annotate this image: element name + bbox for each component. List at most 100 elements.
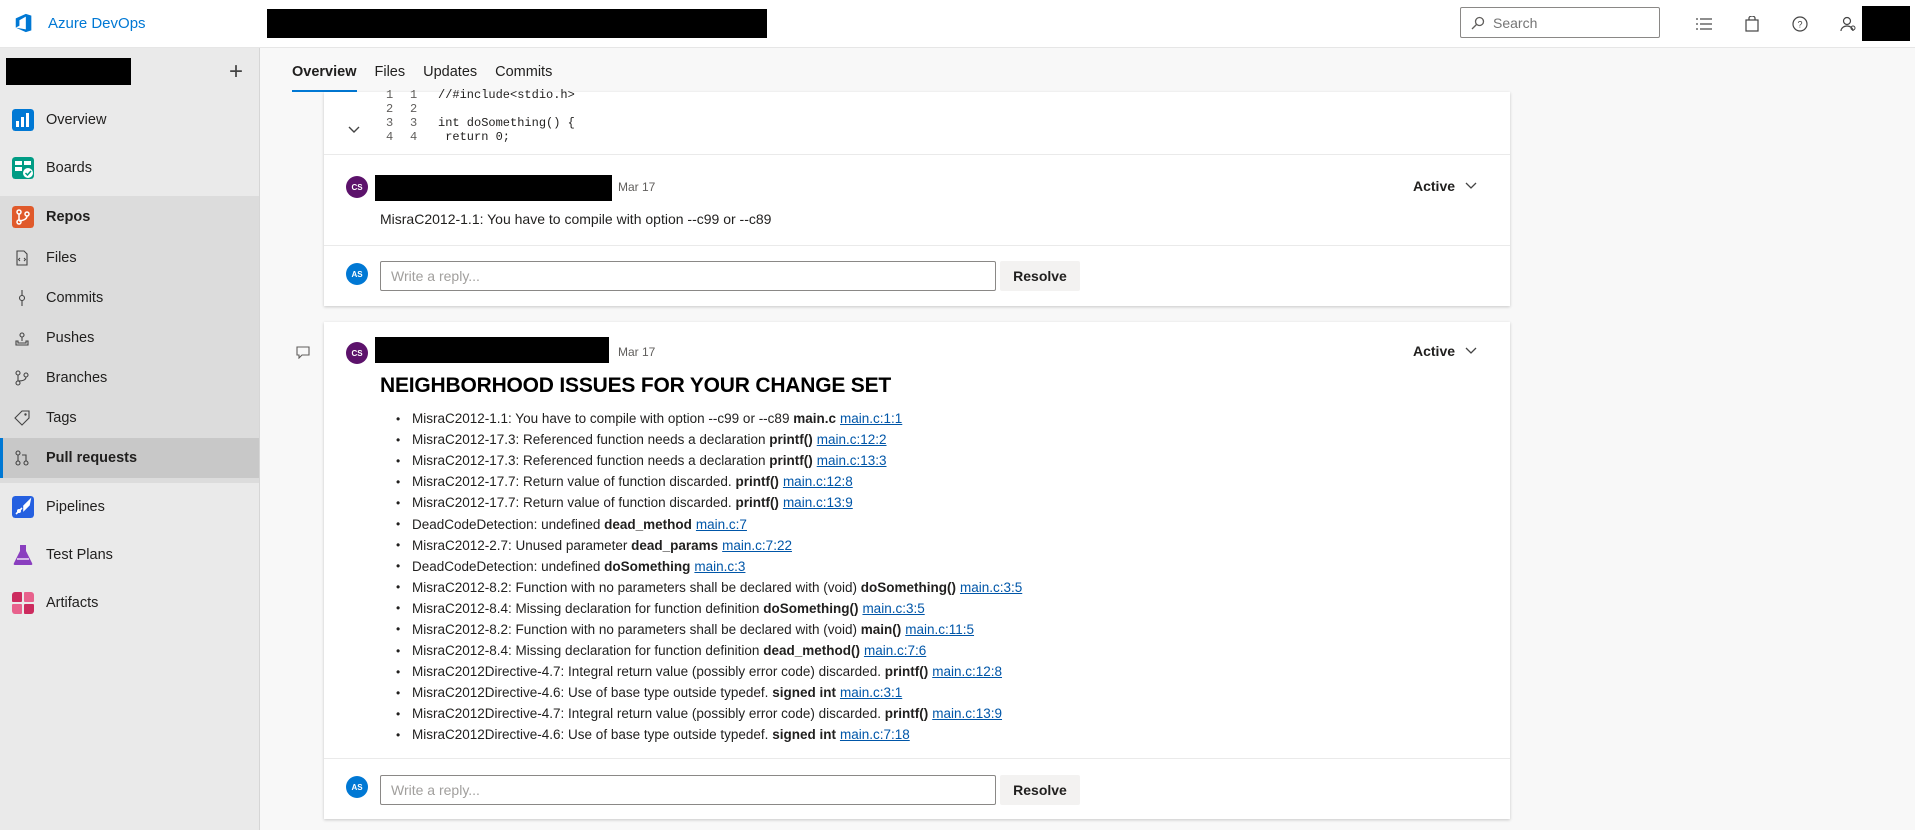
issue-link[interactable]: main.c:3:5 <box>960 580 1022 595</box>
code-line: 44 return 0; <box>386 130 511 144</box>
sidebar-item-label: Pull requests <box>46 450 138 466</box>
issue-link[interactable]: main.c:13:3 <box>817 453 887 468</box>
branch-icon <box>15 370 29 386</box>
sidebar-item-branches[interactable]: Branches <box>0 358 259 398</box>
selection-indicator <box>0 438 3 478</box>
comment-thread-card: CS Mar 17 Active NEIGHBORHOOD ISSUES FOR… <box>324 322 1510 819</box>
thread-status-dropdown[interactable]: Active <box>1413 343 1477 359</box>
list-item: • MisraC2012-8.2: Function with no parame… <box>396 579 1023 595</box>
list-settings-icon[interactable] <box>1680 10 1728 38</box>
top-icons: ? <box>1680 10 1872 38</box>
divider <box>324 154 1510 155</box>
issue-link[interactable]: main.c:7:22 <box>722 538 792 553</box>
tab-overview[interactable]: Overview <box>292 64 357 92</box>
chevron-down-icon <box>1465 347 1477 354</box>
list-item: • MisraC2012-2.7: Unused parameter dead_p… <box>396 537 792 553</box>
list-item: • MisraC2012-8.4: Missing declaration for… <box>396 643 927 659</box>
sidebar-item-repos[interactable]: Repos <box>0 196 259 238</box>
redacted-project-name[interactable] <box>6 58 131 85</box>
issue-link[interactable]: main.c:13:9 <box>783 495 853 510</box>
sidebar: + Overview Boards Repos Files Commits Pu… <box>0 48 260 830</box>
brand[interactable]: Azure DevOps <box>12 12 146 34</box>
project-header: + <box>0 48 259 96</box>
issue-link[interactable]: main.c:12:2 <box>817 432 887 447</box>
pipelines-icon <box>12 496 34 518</box>
search-box[interactable] <box>1460 7 1660 38</box>
sidebar-item-pushes[interactable]: Pushes <box>0 318 259 358</box>
sidebar-item-artifacts[interactable]: Artifacts <box>0 579 259 627</box>
sidebar-item-commits[interactable]: Commits <box>0 278 259 318</box>
reply-input[interactable] <box>380 261 996 291</box>
sidebar-item-label: Pushes <box>46 330 95 346</box>
list-item: • MisraC2012Directive-4.6: Use of base ty… <box>396 685 903 701</box>
sidebar-item-files[interactable]: Files <box>0 238 259 278</box>
sidebar-item-label: Pipelines <box>46 499 105 515</box>
status-label: Active <box>1413 178 1456 194</box>
avatar[interactable]: CS <box>346 342 368 364</box>
redacted-avatar[interactable] <box>1862 6 1910 41</box>
help-icon[interactable]: ? <box>1776 10 1824 38</box>
artifacts-icon <box>12 592 34 614</box>
divider <box>324 758 1510 759</box>
collapse-chevron-icon[interactable] <box>348 126 360 134</box>
code-line: 1 1//#include<stdio.h> <box>386 88 575 102</box>
list-item: • MisraC2012-17.3: Referenced function ne… <box>396 453 887 469</box>
comment-icon[interactable] <box>296 346 310 359</box>
list-item: • MisraC2012-17.7: Return value of functi… <box>396 474 853 490</box>
avatar: AS <box>346 776 368 798</box>
issue-link[interactable]: main.c:7:18 <box>840 727 910 742</box>
sidebar-item-label: Tags <box>46 410 77 426</box>
redacted-author-name <box>375 337 609 363</box>
sidebar-item-pipelines[interactable]: Pipelines <box>0 483 259 531</box>
sidebar-item-pull-requests[interactable]: Pull requests <box>0 438 259 478</box>
thread-status-dropdown[interactable]: Active <box>1413 178 1477 194</box>
pull-request-icon <box>15 450 29 466</box>
search-input[interactable] <box>1493 14 1653 31</box>
comment-date: Mar 17 <box>618 345 656 359</box>
comment-text: MisraC2012-1.1: You have to compile with… <box>380 211 772 227</box>
issue-link[interactable]: main.c:7:6 <box>864 643 926 658</box>
azure-devops-logo-icon <box>15 13 32 33</box>
avatar[interactable]: CS <box>346 176 368 198</box>
sidebar-item-label: Commits <box>46 290 104 306</box>
sidebar-item-label: Files <box>46 250 77 266</box>
resolve-button[interactable]: Resolve <box>1000 261 1080 291</box>
issue-link[interactable]: main.c:3:1 <box>840 685 902 700</box>
search-icon <box>1471 16 1485 29</box>
list-item: • MisraC2012-1.1: You have to compile wit… <box>396 411 903 427</box>
sidebar-item-tags[interactable]: Tags <box>0 398 259 438</box>
code-line: 3 3 int doSomething() { <box>386 116 575 130</box>
add-icon[interactable]: + <box>224 58 248 85</box>
comment-thread-card: 1 1//#include<stdio.h> 22 3 3 int doSomethi… <box>324 88 1510 306</box>
repos-icon <box>12 206 34 228</box>
test-plans-icon <box>13 545 33 565</box>
issue-link[interactable]: main.c:12:8 <box>932 664 1002 679</box>
code-snippet: 1 1//#include<stdio.h> 22 3 3 int doSomethi… <box>324 88 1510 146</box>
list-item: • MisraC2012-8.2: Function with no parame… <box>396 621 975 637</box>
list-item: • DeadCodeDetection: undefined doSomethin… <box>396 558 746 574</box>
avatar: AS <box>346 263 368 285</box>
issue-link[interactable]: main.c:13:9 <box>932 706 1002 721</box>
issue-link[interactable]: main.c:7 <box>696 517 747 532</box>
issue-link[interactable]: main.c:3:5 <box>862 601 924 616</box>
issues-heading: NEIGHBORHOOD ISSUES FOR YOUR CHANGE SET <box>380 374 892 397</box>
tag-icon <box>14 410 30 426</box>
resolve-button[interactable]: Resolve <box>1000 775 1080 805</box>
sidebar-item-boards[interactable]: Boards <box>0 144 259 192</box>
svg-text:?: ? <box>1797 20 1802 30</box>
list-item: • DeadCodeDetection: undefined dead_metho… <box>396 516 747 532</box>
issue-link[interactable]: main.c:3 <box>694 559 745 574</box>
reply-input[interactable] <box>380 775 996 805</box>
issue-link[interactable]: main.c:12:8 <box>783 474 853 489</box>
marketplace-bag-icon[interactable] <box>1728 10 1776 38</box>
issue-link[interactable]: main.c:1:1 <box>840 411 902 426</box>
sidebar-item-label: Boards <box>46 160 92 176</box>
sidebar-item-label: Repos <box>46 209 91 225</box>
pr-tabs: Overview Files Updates Commits <box>292 48 570 92</box>
redacted-breadcrumb <box>267 9 767 38</box>
list-item: • MisraC2012Directive-4.7: Integral retur… <box>396 664 1003 680</box>
sidebar-item-overview[interactable]: Overview <box>0 96 259 144</box>
sidebar-item-test-plans[interactable]: Test Plans <box>0 531 259 579</box>
issue-link[interactable]: main.c:11:5 <box>905 622 974 637</box>
commit-icon <box>18 290 26 306</box>
